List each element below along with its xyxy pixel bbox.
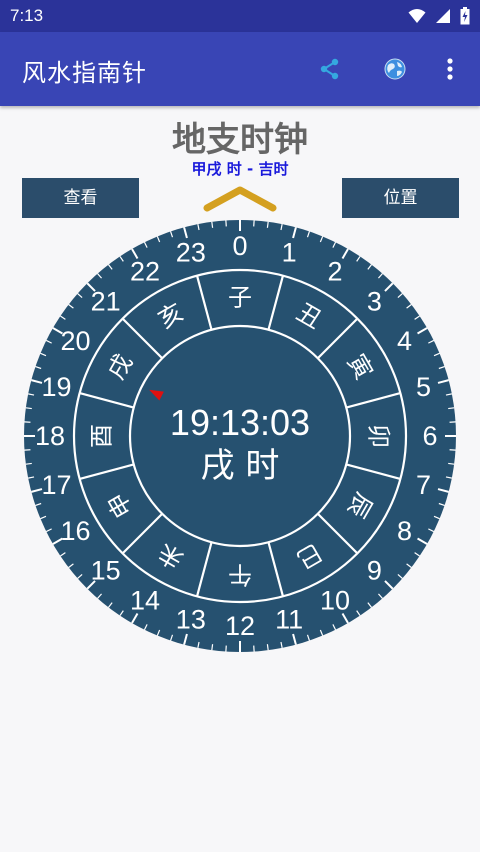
hour-label-15: 15 — [91, 555, 121, 585]
hour-label-2: 2 — [327, 256, 342, 286]
dial-tick — [266, 221, 269, 228]
hour-label-9: 9 — [367, 555, 382, 585]
hour-label-21: 21 — [91, 287, 121, 317]
hour-label-22: 22 — [130, 256, 160, 286]
status-bar: 7:13 — [0, 0, 480, 32]
dial-tick — [211, 644, 214, 651]
signal-icon — [436, 9, 450, 23]
hour-label-12: 12 — [225, 611, 255, 641]
location-button[interactable]: 位置 — [342, 178, 459, 218]
app-bar: 风水指南针 — [0, 32, 480, 106]
app-title: 风水指南针 — [22, 59, 147, 87]
hour-status: 甲戌 时 - 吉时 — [191, 160, 289, 178]
status-icons — [408, 7, 470, 25]
wifi-icon — [408, 9, 426, 23]
share-icon — [320, 58, 339, 80]
hour-label-5: 5 — [416, 372, 431, 402]
branch-label-6: 午 — [228, 561, 252, 588]
globe-icon — [384, 58, 406, 80]
overflow-menu-button[interactable] — [435, 54, 465, 84]
hour-label-13: 13 — [176, 605, 206, 635]
dial-tick — [266, 644, 269, 651]
branch-label-0: 子 — [228, 285, 252, 312]
hour-label-14: 14 — [130, 586, 160, 616]
hour-label-19: 19 — [41, 372, 71, 402]
share-button[interactable] — [315, 54, 345, 84]
hour-label-0: 0 — [232, 231, 247, 261]
status-time: 7:13 — [10, 6, 44, 25]
clock-branch-hour: 戌 时 — [200, 446, 280, 486]
direction-pointer — [203, 186, 277, 212]
view-button[interactable]: 查看 — [22, 178, 139, 218]
page-title: 地支时钟 — [172, 120, 308, 160]
hour-label-4: 4 — [397, 326, 412, 356]
hour-label-16: 16 — [60, 516, 90, 546]
battery-icon — [460, 7, 470, 25]
globe-button[interactable] — [380, 54, 410, 84]
hour-label-8: 8 — [397, 516, 412, 546]
hour-label-3: 3 — [367, 287, 382, 317]
dial-tick — [211, 221, 214, 228]
more-vert-icon — [447, 58, 453, 80]
hour-label-20: 20 — [60, 326, 90, 356]
hour-label-10: 10 — [320, 586, 350, 616]
hour-label-11: 11 — [275, 605, 303, 635]
hour-label-23: 23 — [176, 237, 206, 267]
hour-label-1: 1 — [282, 237, 297, 267]
